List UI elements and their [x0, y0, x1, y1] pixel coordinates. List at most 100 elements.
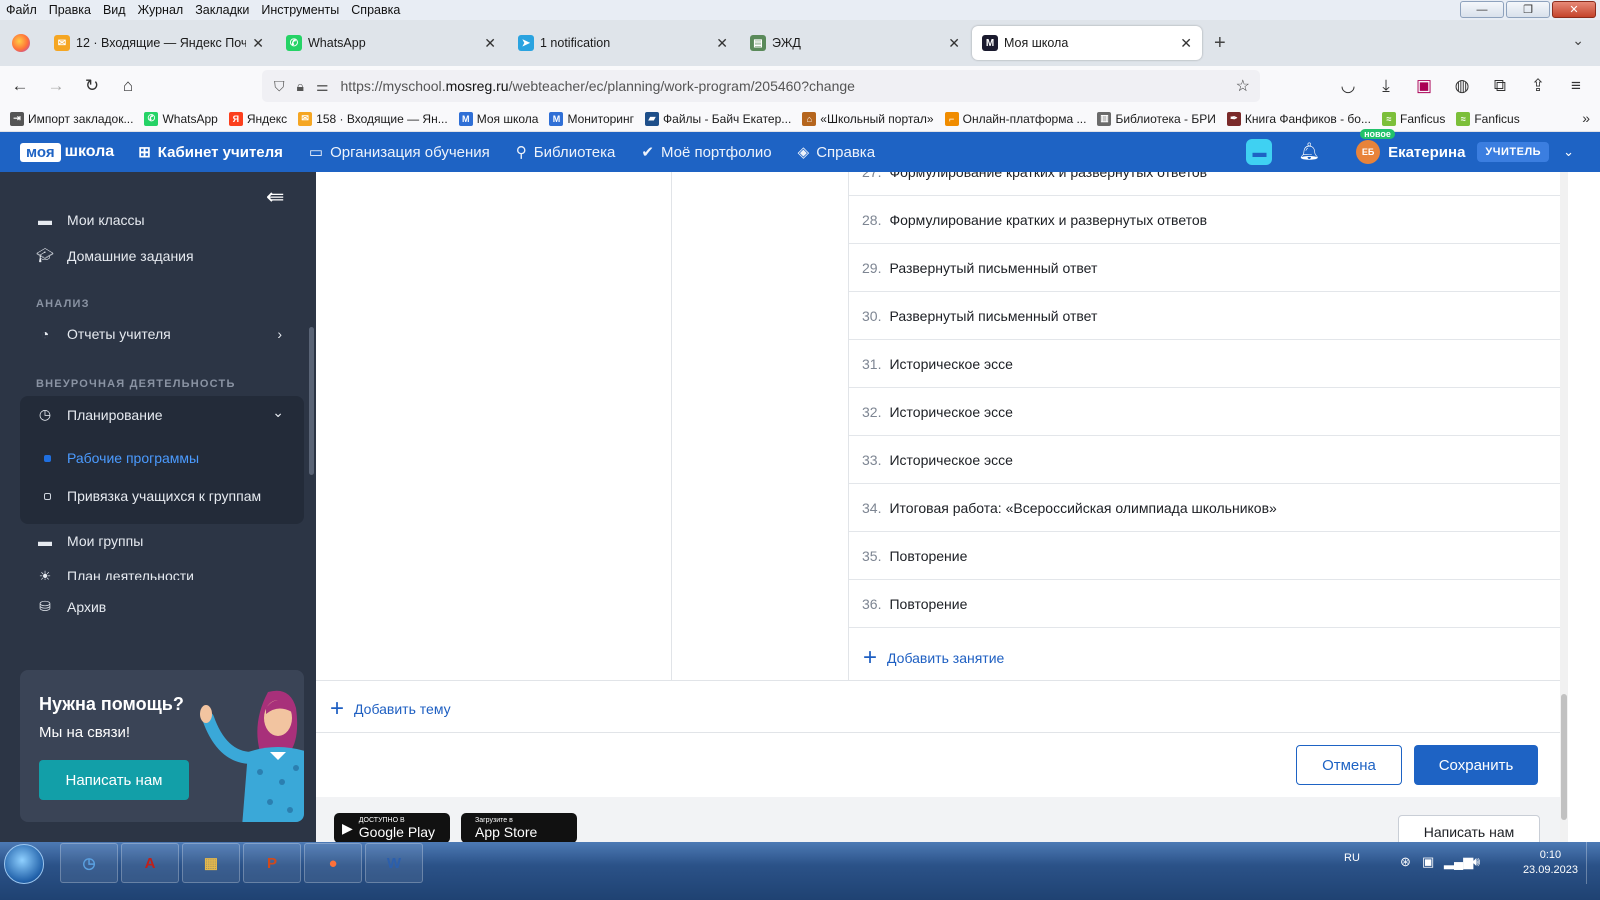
bookmark-item[interactable]: M Мониторинг: [549, 111, 634, 126]
close-tab-icon[interactable]: ✕: [716, 35, 728, 52]
page-scrollbar[interactable]: [1560, 172, 1568, 842]
avatar[interactable]: новое ЕБ: [1356, 129, 1395, 164]
lesson-row[interactable]: 31. Историческое эссе: [849, 340, 1560, 388]
write-us-button[interactable]: Написать нам: [39, 760, 189, 800]
browser-tab[interactable]: ➤ 1 notification ✕: [508, 26, 738, 60]
header-nav-item[interactable]: ◈ Справка: [798, 143, 875, 162]
extensions-puzzle-icon[interactable]: ⧉: [1484, 70, 1516, 102]
close-window-button[interactable]: ✕: [1552, 1, 1596, 18]
signal-tray-icon[interactable]: ▂▄▆: [1444, 854, 1473, 870]
sidebar-item-homework[interactable]: 🎓︎ Домашние задания: [36, 247, 193, 264]
lesson-row[interactable]: 33. Историческое эссе: [849, 436, 1560, 484]
shield-icon[interactable]: ⛉: [274, 78, 285, 95]
pocket-icon[interactable]: ◡: [1332, 70, 1364, 102]
lesson-row[interactable]: 28. Формулирование кратких и развернутых …: [849, 196, 1560, 244]
downloads-icon[interactable]: ⤓: [1370, 70, 1402, 102]
permissions-icon[interactable]: ⚌: [316, 78, 329, 95]
firefox-icon[interactable]: [12, 34, 30, 52]
bookmark-item[interactable]: Я Яндекс: [228, 111, 287, 126]
browser-tab[interactable]: ▤ ЭЖД ✕: [740, 26, 970, 60]
extension-icon[interactable]: ▣: [1408, 70, 1440, 102]
restore-button[interactable]: ❐: [1506, 1, 1550, 18]
lesson-row[interactable]: 34. Итоговая работа: «Всероссийская олимп…: [849, 484, 1560, 532]
bookmark-item[interactable]: ▰ Файлы - Байч Екатер...: [645, 111, 791, 126]
clock-app[interactable]: ◷: [60, 843, 118, 883]
header-nav-item[interactable]: ⚲ Библиотека: [516, 143, 616, 162]
bookmark-item[interactable]: ≈ Fanficus: [1381, 111, 1445, 126]
bookmark-item[interactable]: ⌂ «Школьный портал»: [802, 111, 934, 126]
scrollbar-thumb[interactable]: [1561, 694, 1567, 820]
bookmark-item[interactable]: ✒ Книга Фанфиков - бо...: [1226, 111, 1371, 126]
lesson-row[interactable]: 27. Формулирование кратких и развернутых …: [849, 172, 1560, 196]
close-tab-icon[interactable]: ✕: [948, 35, 960, 52]
menu-help[interactable]: Справка: [345, 3, 406, 17]
close-tab-icon[interactable]: ✕: [1180, 35, 1192, 52]
sidebar-subitem-student-groups[interactable]: Привязка учащихся к группам: [44, 488, 261, 504]
new-tab-button[interactable]: +: [1204, 32, 1236, 55]
menu-bookmarks[interactable]: Закладки: [189, 3, 255, 17]
menu-tools[interactable]: Инструменты: [255, 3, 345, 17]
lesson-row[interactable]: 35. Повторение: [849, 532, 1560, 580]
firefox-app[interactable]: ●: [304, 843, 362, 883]
sidebar-item-my-classes[interactable]: ▬ Мои классы: [36, 212, 145, 228]
lesson-row[interactable]: 29. Развернутый письменный ответ: [849, 244, 1560, 292]
pdf-app[interactable]: A: [121, 843, 179, 883]
chevron-down-icon[interactable]: ⌄: [272, 404, 284, 421]
share-icon[interactable]: ⇪: [1522, 70, 1554, 102]
menu-file[interactable]: Файл: [0, 3, 43, 17]
browser-tab[interactable]: M Моя школа ✕: [972, 26, 1202, 60]
browser-tab[interactable]: ✆ WhatsApp ✕: [276, 26, 506, 60]
device-tray-icon[interactable]: ▣: [1422, 854, 1434, 870]
bookmark-item[interactable]: ✆ WhatsApp: [144, 111, 218, 126]
add-topic-button[interactable]: + Добавить тему: [330, 695, 451, 723]
save-button[interactable]: Сохранить: [1414, 745, 1538, 785]
header-nav-item[interactable]: ✔ Моё портфолио: [641, 143, 771, 162]
sidebar-item-my-groups[interactable]: ▬ Мои группы: [36, 533, 143, 549]
sidebar-item-archive[interactable]: ⛁ Архив: [36, 598, 106, 615]
powerpoint-app[interactable]: P: [243, 843, 301, 883]
sidebar-item-planning[interactable]: ◷ Планирование: [36, 406, 163, 423]
forward-button[interactable]: →: [40, 70, 72, 102]
menu-history[interactable]: Журнал: [132, 3, 190, 17]
sidebar-item-activity-plan[interactable]: ☀ План деятельности: [36, 568, 194, 580]
collapse-menu-icon[interactable]: ⇚: [266, 184, 284, 210]
bookmark-item[interactable]: ▥ Библиотека - БРИ: [1097, 111, 1216, 126]
bookmark-star-icon[interactable]: ☆: [1236, 76, 1250, 96]
chevron-right-icon[interactable]: ›: [277, 326, 282, 342]
sidebar-subitem-work-programs[interactable]: Рабочие программы: [44, 450, 199, 466]
reload-button[interactable]: ↻: [76, 70, 108, 102]
browser-tab[interactable]: ✉ 12 · Входящие — Яндекс Почта ✕: [44, 26, 274, 60]
bell-icon[interactable]: 🔔︎: [1298, 142, 1320, 162]
lock-icon[interactable]: 🔒︎: [297, 78, 304, 95]
sidebar-scrollbar[interactable]: [309, 327, 314, 475]
add-lesson-button[interactable]: + Добавить занятие: [863, 644, 1004, 672]
volume-tray-icon[interactable]: 🔊︎: [1472, 854, 1480, 870]
google-play-badge[interactable]: ▶ ДОСТУПНО В Google Play: [334, 813, 450, 842]
back-button[interactable]: ←: [4, 70, 36, 102]
menu-edit[interactable]: Правка: [43, 3, 97, 17]
close-tab-icon[interactable]: ✕: [252, 35, 264, 52]
clock[interactable]: 0:10 23.09.2023: [1523, 848, 1578, 878]
show-desktop-button[interactable]: [1586, 842, 1600, 884]
language-indicator[interactable]: RU: [1344, 852, 1360, 864]
app-menu-icon[interactable]: ≡: [1560, 70, 1592, 102]
bookmark-item[interactable]: ≈ Fanficus: [1456, 111, 1520, 126]
header-nav-item[interactable]: ⊞ Кабинет учителя: [138, 143, 283, 162]
home-button[interactable]: ⌂: [112, 70, 144, 102]
bookmark-item[interactable]: ⇥ Импорт закладок...: [10, 111, 133, 126]
explorer-app[interactable]: ▦: [182, 843, 240, 883]
globe-icon[interactable]: ◍: [1446, 70, 1478, 102]
footer-write-us-button[interactable]: Написать нам: [1398, 815, 1540, 842]
address-bar[interactable]: ⛉ 🔒︎ ⚌ https://myschool. mosreg.ru/webtea…: [262, 70, 1260, 102]
user-name[interactable]: Екатерина: [1388, 144, 1465, 161]
cancel-button[interactable]: Отмена: [1296, 745, 1402, 785]
chevron-down-icon[interactable]: ⌄: [1563, 144, 1574, 160]
network-tray-icon[interactable]: ⊛: [1400, 854, 1411, 870]
menu-view[interactable]: Вид: [97, 3, 132, 17]
myschool-logo[interactable]: моя школа: [20, 142, 114, 162]
chat-icon[interactable]: ▬: [1246, 139, 1273, 165]
lesson-row[interactable]: 36. Повторение: [849, 580, 1560, 628]
close-tab-icon[interactable]: ✕: [484, 35, 496, 52]
lesson-row[interactable]: 32. Историческое эссе: [849, 388, 1560, 436]
app-store-badge[interactable]: Загрузите в App Store: [461, 813, 577, 842]
